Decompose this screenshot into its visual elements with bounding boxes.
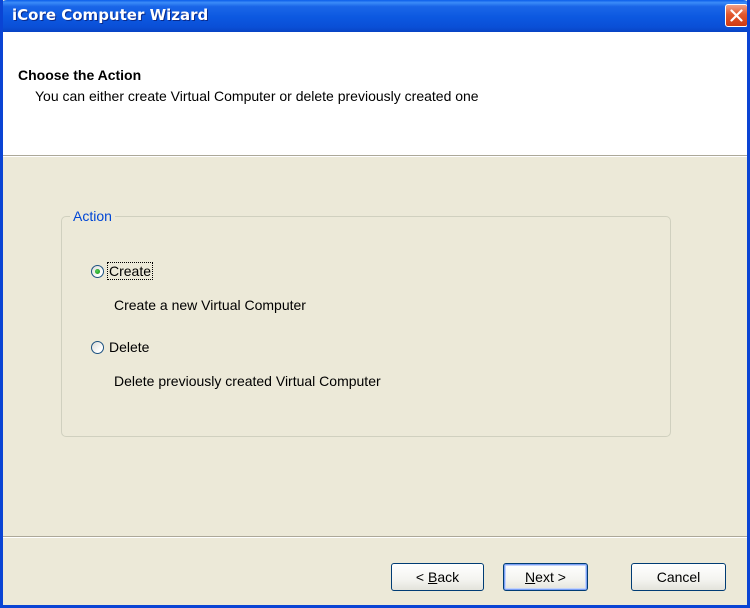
next-button-label: Next > bbox=[525, 569, 566, 585]
title-bar[interactable]: iCore Computer Wizard bbox=[3, 0, 747, 32]
delete-radio-label[interactable]: Delete bbox=[108, 339, 150, 355]
close-button[interactable] bbox=[725, 4, 747, 27]
back-button-label: < Back bbox=[415, 569, 460, 585]
back-button[interactable]: < Back bbox=[391, 563, 484, 591]
close-icon bbox=[730, 9, 743, 22]
create-radio-button[interactable] bbox=[91, 264, 104, 278]
wizard-header: Choose the Action You can either create … bbox=[3, 32, 747, 156]
action-groupbox: Action bbox=[61, 208, 671, 437]
delete-description: Delete previously created Virtual Comput… bbox=[114, 373, 381, 389]
wizard-window: iCore Computer Wizard Choose the Action … bbox=[0, 0, 750, 608]
create-radio-label[interactable]: Create bbox=[106, 262, 154, 280]
create-description: Create a new Virtual Computer bbox=[114, 297, 306, 313]
footer-divider bbox=[3, 536, 747, 538]
action-group-legend: Action bbox=[70, 208, 115, 224]
cancel-button-label: Cancel bbox=[656, 569, 701, 585]
delete-radio-button[interactable] bbox=[91, 340, 104, 354]
create-radio-option[interactable]: Create bbox=[91, 262, 154, 280]
delete-radio-option[interactable]: Delete bbox=[91, 339, 150, 355]
page-title: Choose the Action bbox=[18, 67, 142, 83]
cancel-button[interactable]: Cancel bbox=[631, 563, 726, 591]
window-title: iCore Computer Wizard bbox=[12, 6, 209, 24]
page-subtitle: You can either create Virtual Computer o… bbox=[35, 88, 479, 104]
next-button[interactable]: Next > bbox=[503, 563, 588, 591]
